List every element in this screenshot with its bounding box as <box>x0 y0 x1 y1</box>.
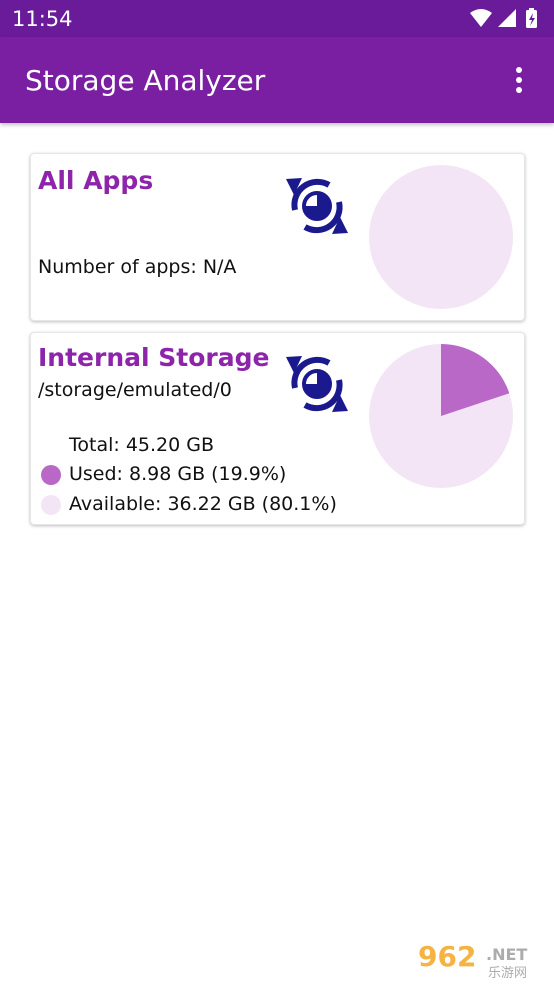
status-time: 11:54 <box>12 7 73 31</box>
storage-pie-chart <box>369 344 513 488</box>
internal-storage-card[interactable]: Internal Storage /storage/emulated/0 Tot… <box>30 332 525 525</box>
storage-available-label: Available: 36.22 GB (80.1%) <box>69 493 337 515</box>
app-bar: Storage Analyzer <box>0 37 554 123</box>
apps-pie-chart <box>369 165 513 309</box>
used-legend-dot <box>41 465 61 485</box>
status-icons <box>470 8 537 28</box>
app-title: Storage Analyzer <box>25 64 266 97</box>
all-apps-card[interactable]: All Apps Number of apps: N/A <box>30 153 525 321</box>
status-bar: 11:54 <box>0 0 554 37</box>
svg-text:.NET: .NET <box>486 945 527 964</box>
storage-used-label: Used: 8.98 GB (19.9%) <box>69 463 287 485</box>
svg-text:962: 962 <box>418 940 476 973</box>
refresh-storage-icon[interactable] <box>281 348 353 420</box>
site-watermark-logo: 962 .NET 乐游网 <box>418 940 527 980</box>
apps-pie-available-slice <box>369 165 513 309</box>
svg-text:乐游网: 乐游网 <box>488 966 527 980</box>
wifi-icon <box>470 9 492 27</box>
available-legend-dot <box>41 495 61 515</box>
signal-icon <box>498 9 516 27</box>
battery-icon <box>526 8 537 28</box>
all-apps-title: All Apps <box>38 166 154 195</box>
internal-storage-title: Internal Storage <box>38 343 270 372</box>
apps-count-label: Number of apps: N/A <box>38 256 237 278</box>
refresh-storage-icon[interactable] <box>281 170 353 242</box>
storage-total-label: Total: 45.20 GB <box>69 434 215 456</box>
more-vert-icon[interactable] <box>502 63 536 97</box>
storage-path: /storage/emulated/0 <box>38 379 232 401</box>
